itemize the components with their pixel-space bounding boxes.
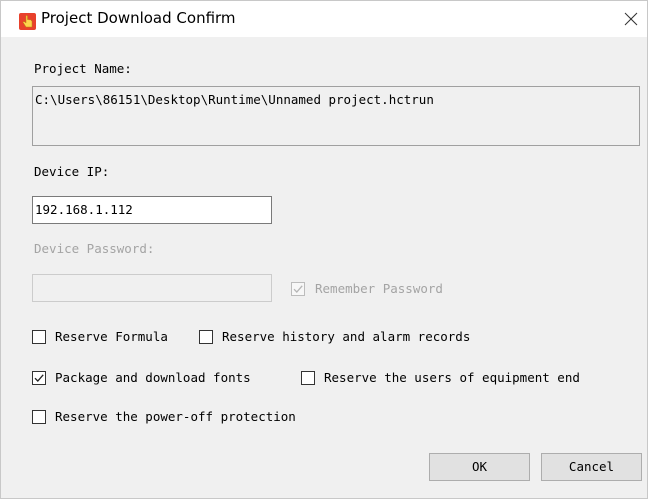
reserve-formula-checkbox[interactable] xyxy=(32,330,46,344)
project-name-label: Project Name: xyxy=(34,61,132,76)
checkmark-icon xyxy=(34,374,44,382)
device-password-input[interactable] xyxy=(32,274,272,302)
remember-password-label: Remember Password xyxy=(315,281,443,296)
reserve-history-checkbox[interactable] xyxy=(199,330,213,344)
device-ip-label: Device IP: xyxy=(34,164,110,179)
close-icon xyxy=(624,12,638,26)
reserve-users-checkbox[interactable] xyxy=(301,371,315,385)
device-password-label: Device Password: xyxy=(34,241,155,256)
reserve-formula-label: Reserve Formula xyxy=(55,329,168,344)
cancel-button[interactable]: Cancel xyxy=(541,453,642,481)
ok-button[interactable]: OK xyxy=(429,453,530,481)
package-fonts-checkbox[interactable] xyxy=(32,371,46,385)
checkmark-icon xyxy=(293,285,303,293)
window-title: Project Download Confirm xyxy=(41,9,236,27)
reserve-users-label: Reserve the users of equipment end xyxy=(324,370,580,385)
remember-password-checkbox[interactable] xyxy=(291,282,305,296)
download-confirm-dialog: Project Download Confirm Project Name: C… xyxy=(0,0,648,499)
hand-pointer-icon xyxy=(19,13,36,30)
reserve-power-off-checkbox[interactable] xyxy=(32,410,46,424)
title-bar: Project Download Confirm xyxy=(1,1,647,37)
device-ip-input[interactable]: 192.168.1.112 xyxy=(32,196,272,224)
package-fonts-label: Package and download fonts xyxy=(55,370,251,385)
reserve-history-label: Reserve history and alarm records xyxy=(222,329,471,344)
reserve-power-off-label: Reserve the power-off protection xyxy=(55,409,296,424)
close-button[interactable] xyxy=(617,3,647,33)
project-path-field: C:\Users\86151\Desktop\Runtime\Unnamed p… xyxy=(32,86,640,146)
